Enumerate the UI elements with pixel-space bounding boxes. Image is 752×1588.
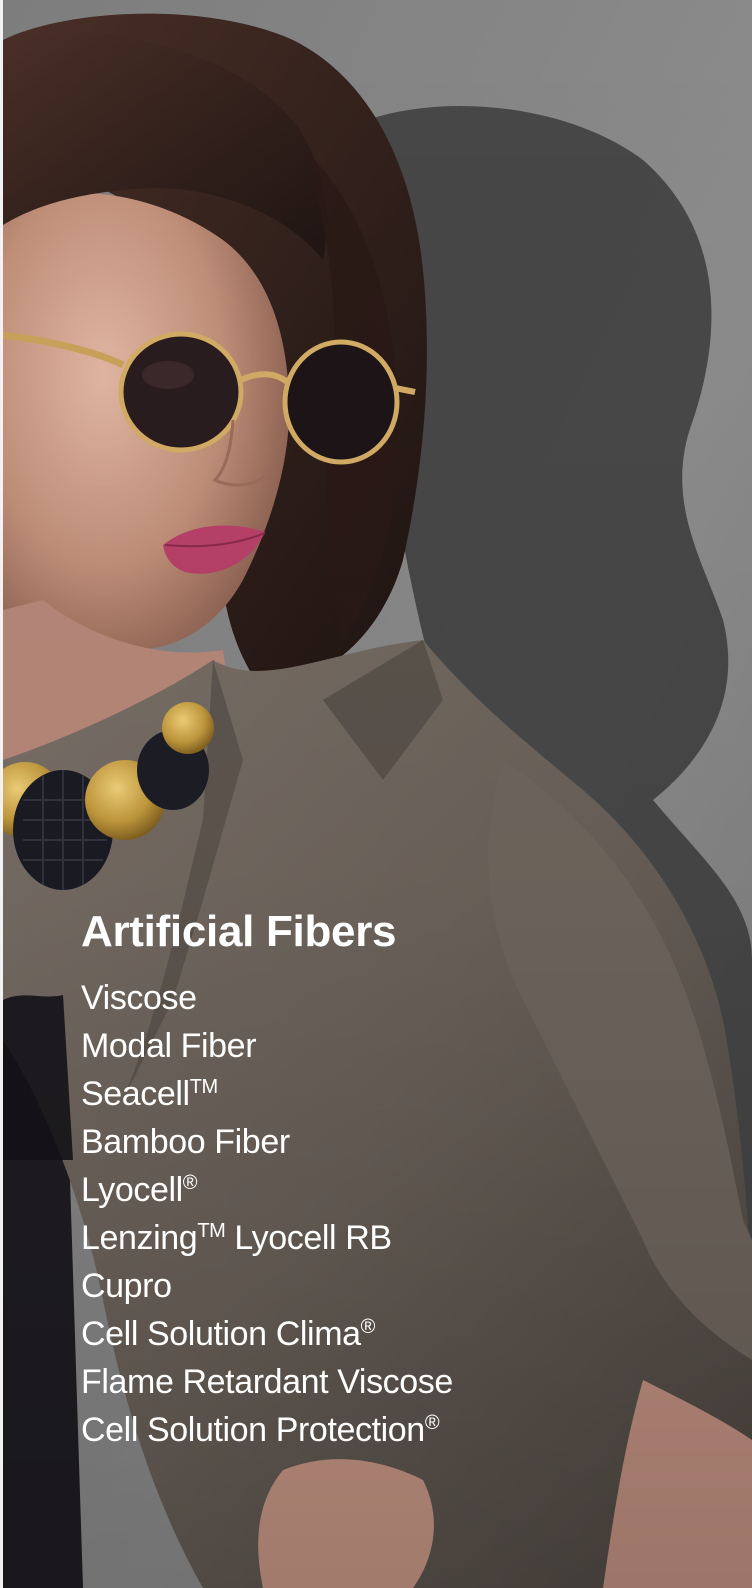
registered-mark: ® [424,1412,440,1434]
trademark-mark: TM [197,1220,226,1242]
fiber-content: Artificial Fibers Viscose Modal Fiber Se… [81,904,453,1454]
artificial-fibers-card: Artificial Fibers Viscose Modal Fiber Se… [0,0,752,1588]
fiber-item: Modal Fiber [81,1027,257,1065]
fiber-item: Cell Solution Clima® [81,1315,376,1353]
fiber-item: Cupro [81,1267,172,1305]
fiber-item: Bamboo Fiber [81,1123,290,1161]
trademark-mark: TM [189,1076,218,1098]
fiber-item: Flame Retardant Viscose [81,1363,453,1401]
fiber-item: LenzingTM Lyocell RB [81,1219,392,1257]
fiber-item: Viscose [81,979,197,1017]
fiber-item: Lyocell® [81,1171,198,1209]
registered-mark: ® [182,1172,198,1194]
fiber-item: SeacellTM [81,1075,218,1113]
registered-mark: ® [360,1316,376,1338]
fiber-list: Viscose Modal Fiber SeacellTM Bamboo Fib… [81,974,453,1454]
section-title: Artificial Fibers [81,907,397,956]
fiber-item: Cell Solution Protection® [81,1411,440,1449]
